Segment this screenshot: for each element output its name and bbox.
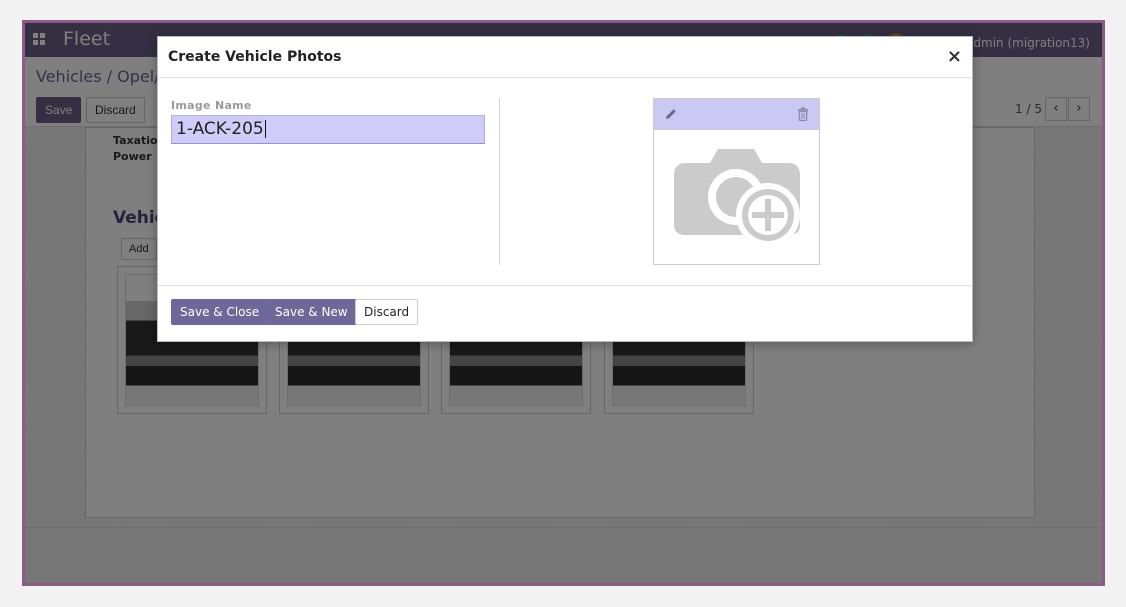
image-upload-widget[interactable] bbox=[653, 98, 820, 265]
close-icon[interactable]: × bbox=[947, 46, 962, 67]
image-toolbar bbox=[654, 99, 819, 130]
dialog-header: Create Vehicle Photos × bbox=[158, 37, 972, 78]
dialog-body: Image Name 1-ACK-205 bbox=[158, 78, 972, 285]
pencil-icon[interactable] bbox=[664, 107, 678, 121]
image-name-value: 1-ACK-205 bbox=[176, 119, 264, 139]
camera-add-icon bbox=[674, 149, 800, 247]
save-new-button[interactable]: Save & New bbox=[266, 299, 357, 325]
image-name-label: Image Name bbox=[171, 99, 252, 112]
column-divider bbox=[499, 98, 500, 265]
save-close-button[interactable]: Save & Close bbox=[171, 299, 269, 325]
dialog-footer: Save & Close Save & New Discard bbox=[158, 285, 972, 343]
create-photo-dialog: Create Vehicle Photos × Image Name 1-ACK… bbox=[157, 36, 973, 342]
dialog-title: Create Vehicle Photos bbox=[168, 49, 342, 65]
trash-icon[interactable] bbox=[797, 107, 809, 121]
discard-dialog-button[interactable]: Discard bbox=[355, 299, 419, 325]
text-caret bbox=[264, 120, 266, 138]
image-name-input[interactable]: 1-ACK-205 bbox=[171, 115, 485, 144]
